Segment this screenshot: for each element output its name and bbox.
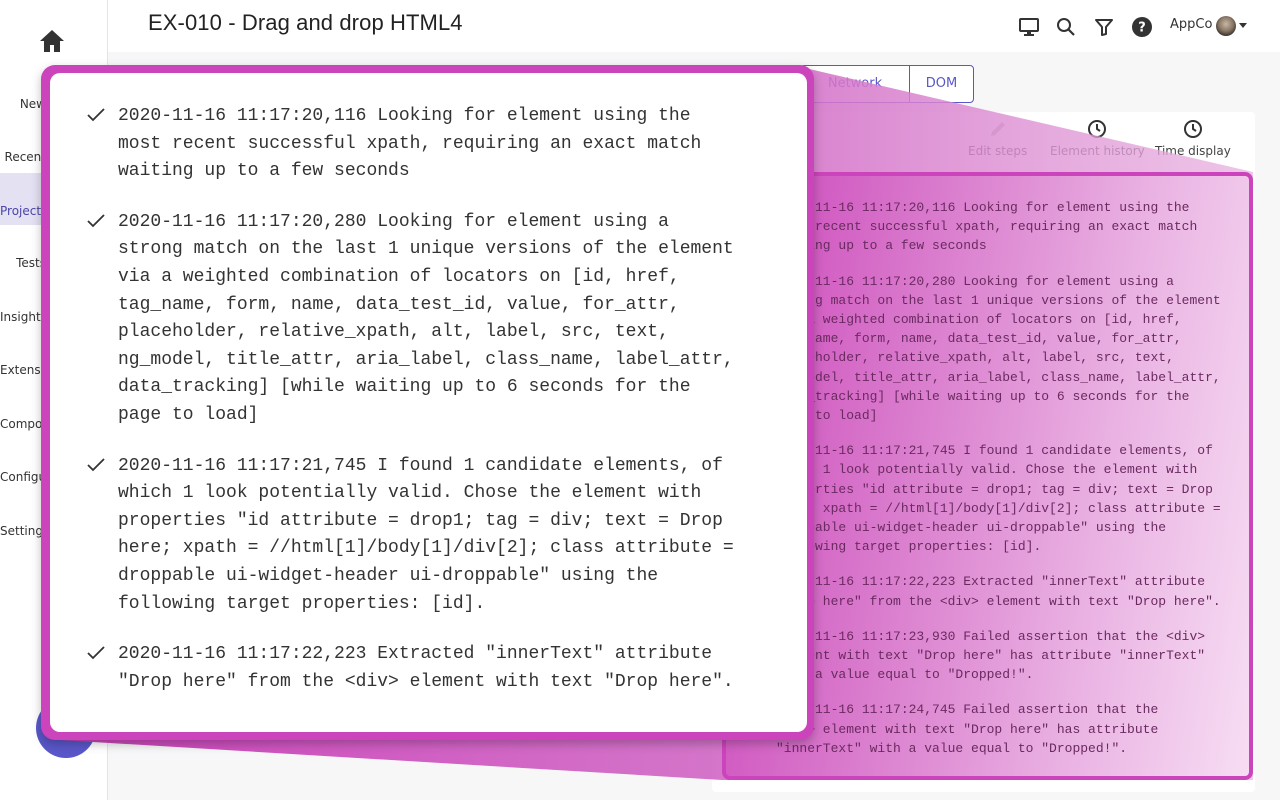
check-icon (87, 214, 105, 228)
element-history-button[interactable]: Element history (1050, 118, 1145, 158)
zoomed-log-box: 2020-11-16 11:17:20,116 Looking for elem… (41, 65, 814, 740)
avatar[interactable] (1216, 16, 1236, 36)
clock-icon (1183, 120, 1202, 138)
header: EX-010 - Drag and drop HTML4 ? AppCo (108, 0, 1280, 52)
edit-steps-button[interactable]: Edit steps (968, 118, 1027, 158)
small-log-entry: 2020-11-16 11:17:20,280 Looking for elem… (776, 273, 1221, 424)
log-entry-text: 2020-11-16 11:17:20,116 Looking for elem… (118, 106, 702, 182)
edit-steps-label: Edit steps (968, 144, 1028, 158)
pencil-icon (990, 122, 1005, 136)
tab-dom[interactable]: DOM (909, 65, 974, 103)
page-title: EX-010 - Drag and drop HTML4 (148, 10, 463, 35)
small-log-entry: 2020-11-16 11:17:23,930 Failed assertion… (776, 628, 1206, 683)
time-display-button[interactable]: Time display (1155, 118, 1231, 158)
small-log-list: 2020-11-16 11:17:20,116 Looking for elem… (776, 198, 1246, 774)
check-icon (87, 646, 105, 660)
zoomed-log-content: 2020-11-16 11:17:20,116 Looking for elem… (50, 73, 807, 732)
log-entry: 2020-11-16 11:17:20,116 Looking for elem… (86, 103, 786, 186)
log-entry-text: 2020-11-16 11:17:20,280 Looking for elem… (118, 211, 734, 425)
tab-network[interactable]: Network (800, 65, 910, 103)
small-log-entry: 2020-11-16 11:17:21,745 I found 1 candid… (776, 443, 1221, 555)
check-icon (87, 108, 105, 122)
small-log-entry: 2020-11-16 11:17:20,116 Looking for elem… (776, 200, 1198, 254)
log-entry: 2020-11-16 11:17:21,745 I found 1 candid… (86, 453, 786, 619)
check-icon (87, 457, 105, 471)
element-history-label: Element history (1050, 144, 1145, 158)
small-log-entry: 2020-11-16 11:17:22,223 Extracted "inner… (776, 574, 1221, 609)
log-entry: 2020-11-16 11:17:22,223 Extracted "inner… (86, 641, 786, 696)
user-name[interactable]: AppCo (1170, 17, 1212, 32)
home-icon[interactable] (38, 28, 66, 54)
log-entry-text: 2020-11-16 11:17:22,223 Extracted "inner… (118, 644, 734, 692)
history-icon (1088, 120, 1107, 138)
help-icon[interactable]: ? (1131, 16, 1153, 38)
monitor-icon[interactable] (1018, 16, 1040, 38)
search-icon[interactable] (1055, 16, 1077, 38)
time-display-label: Time display (1155, 144, 1231, 158)
small-log-entry: 2020-11-16 11:17:24,745 Failed assertion… (776, 702, 1159, 756)
log-entry-text: 2020-11-16 11:17:21,745 I found 1 candid… (118, 455, 734, 614)
log-entry: 2020-11-16 11:17:20,280 Looking for elem… (86, 209, 786, 430)
svg-text:?: ? (1138, 21, 1146, 36)
filter-icon[interactable] (1093, 16, 1115, 38)
chevron-down-icon[interactable] (1239, 23, 1247, 28)
log-list: 2020-11-16 11:17:20,116 Looking for elem… (86, 103, 786, 719)
